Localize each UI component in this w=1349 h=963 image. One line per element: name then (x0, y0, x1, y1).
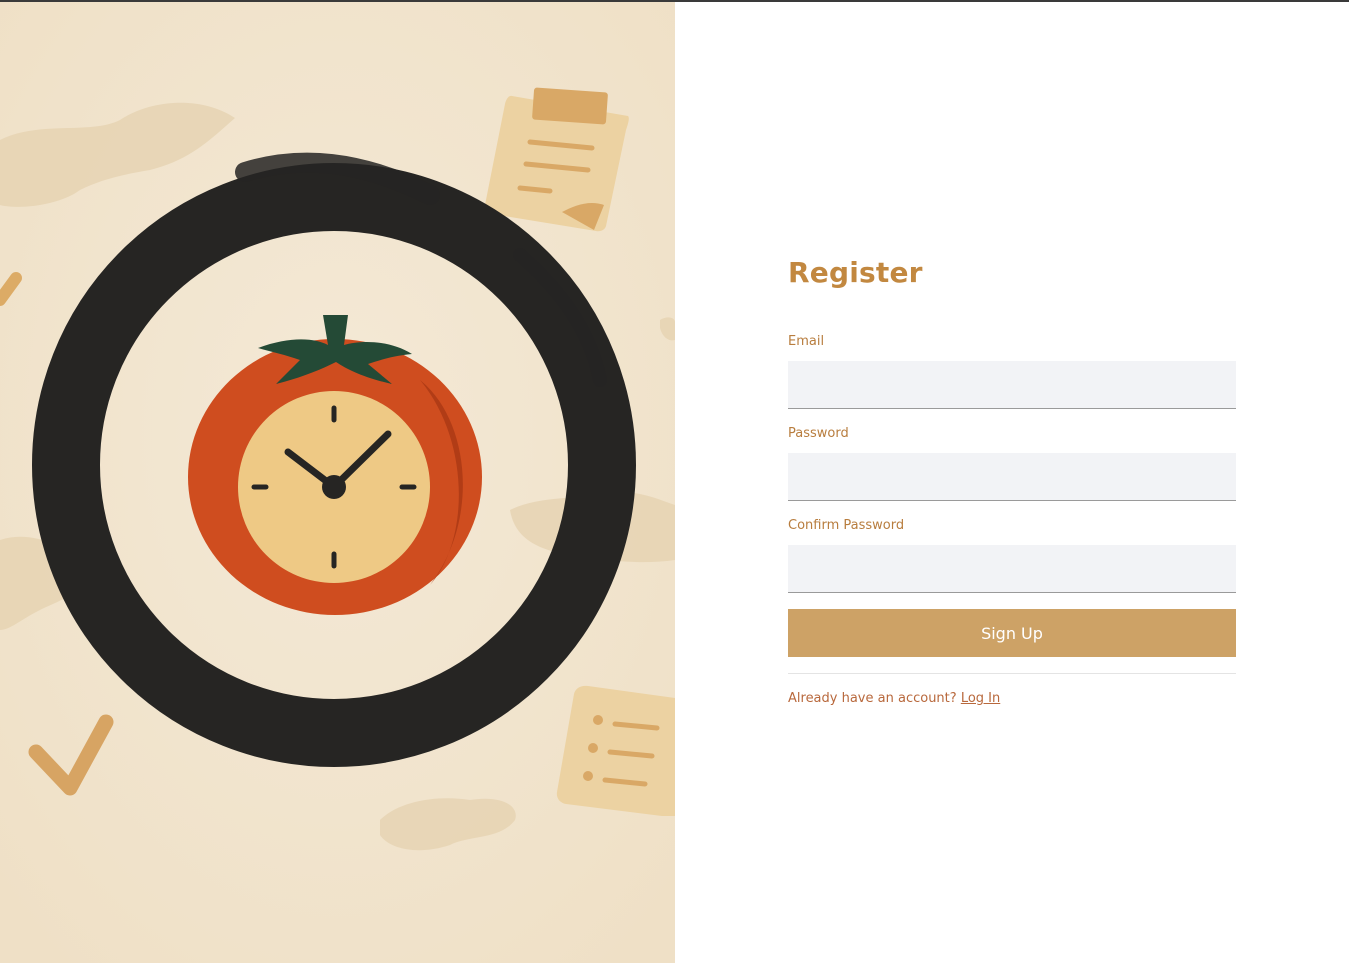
password-label: Password (788, 426, 849, 441)
email-label: Email (788, 334, 825, 349)
page-title: Register (788, 256, 923, 289)
confirm-password-field[interactable] (788, 545, 1236, 593)
email-field[interactable] (788, 361, 1236, 409)
register-form: Register Email Password Confirm Password… (788, 254, 1236, 707)
sign-up-button[interactable]: Sign Up (788, 609, 1236, 657)
login-prompt-line: Already have an account? Log In (788, 691, 1236, 707)
form-divider (788, 673, 1236, 674)
hero-illustration (0, 0, 675, 963)
confirm-password-label: Confirm Password (788, 518, 905, 533)
login-link[interactable]: Log In (961, 691, 1000, 706)
checklist-icon (556, 685, 675, 816)
login-prompt-text: Already have an account? (788, 691, 957, 706)
window-top-border (0, 0, 1349, 2)
form-panel: Register Email Password Confirm Password… (675, 0, 1349, 963)
password-field[interactable] (788, 453, 1236, 501)
register-page: Register Email Password Confirm Password… (0, 0, 1349, 963)
hero-illustration-svg (0, 0, 675, 963)
